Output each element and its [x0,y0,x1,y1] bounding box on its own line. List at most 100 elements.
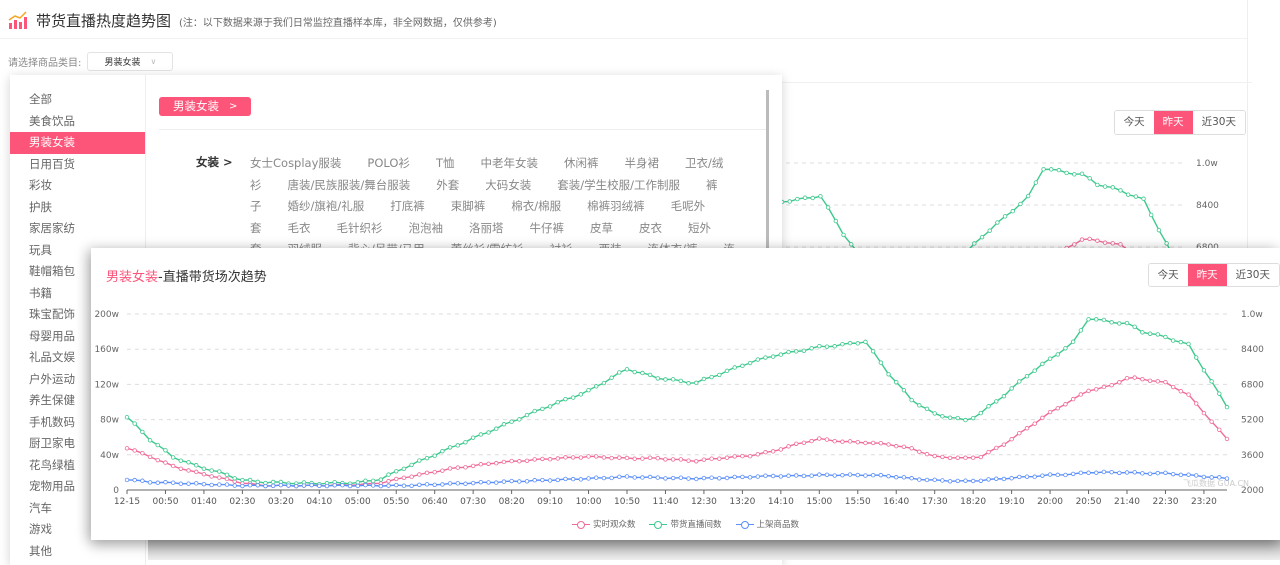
data-point[interactable] [694,459,699,464]
range-30days-button[interactable]: 近30天 [1226,264,1279,286]
data-point[interactable] [824,344,830,349]
data-point[interactable] [194,481,199,486]
data-point[interactable] [170,455,176,460]
data-point[interactable] [1155,332,1160,337]
data-point[interactable] [894,475,899,480]
data-point[interactable] [870,473,876,478]
data-point[interactable] [678,475,684,480]
data-point[interactable] [794,473,799,478]
data-point[interactable] [124,446,130,451]
data-point[interactable] [501,459,507,465]
data-point[interactable] [632,456,637,461]
data-point[interactable] [1063,402,1068,407]
range-today-button[interactable]: 今天 [1114,111,1154,134]
data-point[interactable] [1170,471,1176,477]
subcategory-item[interactable]: 泡泡袖 [409,221,444,235]
data-point[interactable] [1055,472,1060,478]
data-point[interactable] [701,475,707,481]
data-point[interactable] [1087,176,1092,181]
data-point[interactable] [1118,242,1123,247]
data-point[interactable] [732,474,737,480]
data-point[interactable] [740,453,745,459]
data-point[interactable] [1024,426,1030,431]
data-point[interactable] [795,196,800,202]
data-point[interactable] [601,380,607,386]
data-point[interactable] [147,454,153,460]
data-point[interactable] [386,479,391,484]
data-point[interactable] [594,475,599,480]
data-point[interactable] [840,472,845,478]
data-point[interactable] [663,457,668,462]
data-point[interactable] [124,415,130,420]
category-item[interactable]: 家居家纺 [10,218,145,240]
data-point[interactable] [824,472,830,477]
data-point[interactable] [955,478,960,484]
data-point[interactable] [778,447,784,452]
data-point[interactable] [724,475,730,481]
data-point[interactable] [478,479,484,485]
data-point[interactable] [801,440,807,446]
data-point[interactable] [247,477,253,483]
data-point[interactable] [1170,384,1176,390]
data-point[interactable] [740,474,745,480]
data-point[interactable] [1201,410,1207,416]
subcategory-item[interactable]: 半身裙 [624,156,659,170]
data-point[interactable] [809,473,814,478]
data-point[interactable] [178,481,184,486]
data-point[interactable] [747,475,753,480]
data-point[interactable] [624,455,630,461]
data-point[interactable] [347,483,353,489]
data-point[interactable] [501,479,507,484]
data-point[interactable] [1086,388,1091,394]
data-point[interactable] [947,479,953,484]
data-point[interactable] [478,432,484,437]
data-point[interactable] [770,449,776,454]
data-point[interactable] [1070,471,1076,477]
subcategory-item[interactable]: T恤 [436,156,455,170]
data-point[interactable] [947,415,953,420]
data-point[interactable] [463,465,468,470]
data-point[interactable] [817,343,822,349]
data-point[interactable] [409,462,414,468]
data-point[interactable] [755,452,760,457]
data-point[interactable] [570,455,576,460]
data-point[interactable] [1032,474,1037,479]
data-point[interactable] [440,482,445,487]
data-point[interactable] [486,480,491,485]
category-select[interactable]: 男装女装 ∨ [87,52,174,71]
subcategory-item[interactable]: 棉衣/棉服 [511,199,561,213]
data-point[interactable] [986,449,991,455]
data-point[interactable] [1017,379,1022,384]
data-point[interactable] [709,456,714,461]
data-point[interactable] [601,455,607,460]
data-point[interactable] [463,440,468,445]
data-point[interactable] [624,474,630,479]
data-point[interactable] [1147,378,1153,384]
legend-item[interactable]: 实时观众数 [571,518,635,530]
data-point[interactable] [455,443,460,448]
data-point[interactable] [786,444,791,449]
data-point[interactable] [940,478,945,483]
data-point[interactable] [201,471,207,477]
data-point[interactable] [932,411,937,416]
data-point[interactable] [494,426,499,431]
data-point[interactable] [1201,368,1207,373]
data-point[interactable] [855,439,860,445]
data-point[interactable] [1163,334,1168,340]
data-point[interactable] [1070,339,1076,344]
data-point[interactable] [970,415,976,421]
data-point[interactable] [1040,415,1045,421]
data-point[interactable] [201,481,207,487]
data-point[interactable] [694,476,699,482]
data-point[interactable] [870,440,876,446]
data-point[interactable] [701,457,707,462]
data-point[interactable] [232,483,237,488]
data-point[interactable] [563,476,568,482]
data-point[interactable] [817,436,822,441]
subcategory-item[interactable]: 洛丽塔 [469,221,504,235]
data-point[interactable] [1087,236,1092,242]
subcategory-item[interactable]: 女士Cosplay服装 [250,156,341,170]
data-point[interactable] [994,476,999,481]
data-point[interactable] [1149,212,1154,218]
data-point[interactable] [547,478,553,483]
